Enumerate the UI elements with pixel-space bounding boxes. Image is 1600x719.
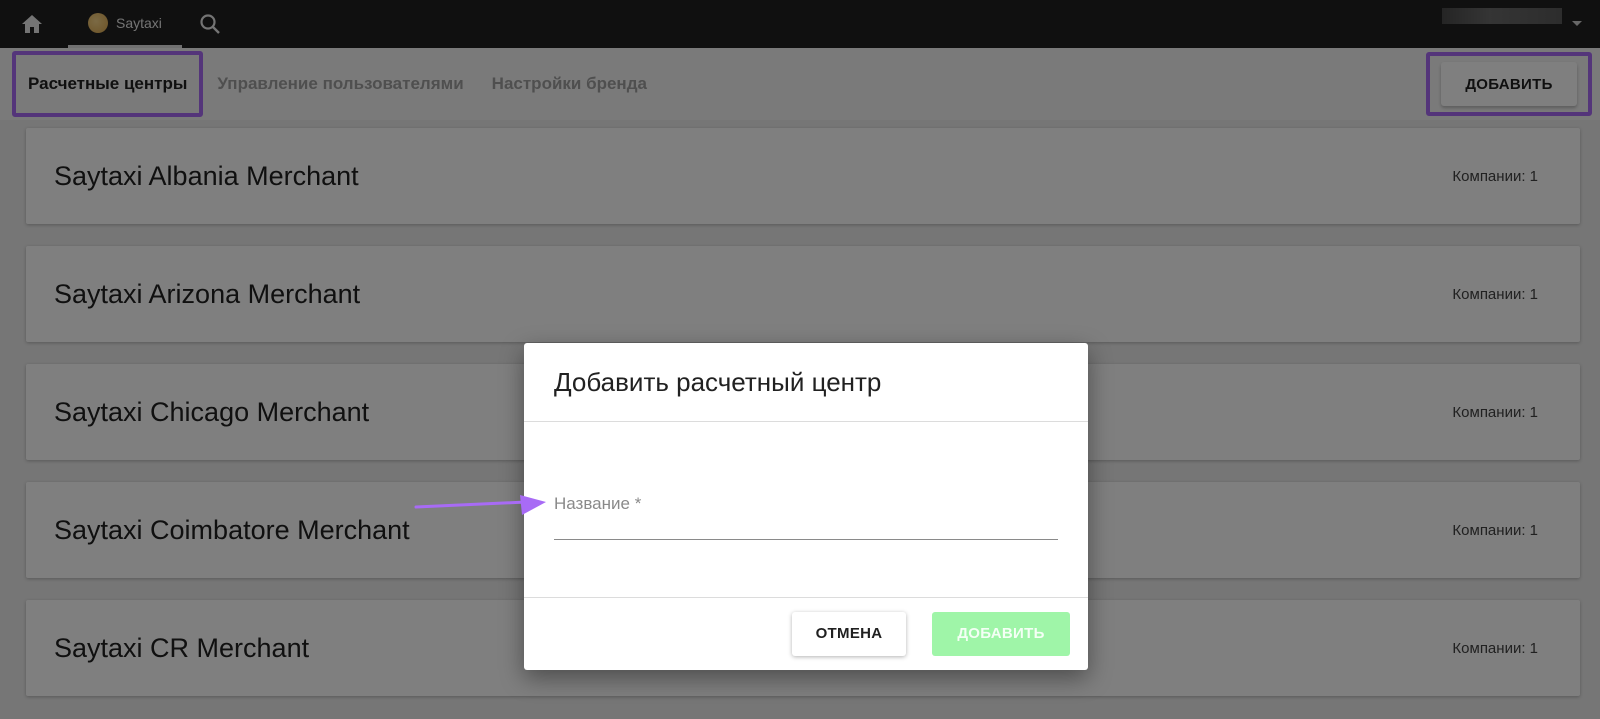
dialog-body: Название * xyxy=(524,422,1088,598)
name-input[interactable] xyxy=(554,518,1058,540)
name-field-label: Название * xyxy=(554,494,642,513)
cancel-button[interactable]: ОТМЕНА xyxy=(792,611,906,656)
add-billing-center-dialog: Добавить расчетный центр Название * ОТМЕ… xyxy=(524,343,1088,670)
page: Saytaxi Расчетные центры Управление поль… xyxy=(0,0,1600,719)
annotation-arrow-icon xyxy=(414,495,546,515)
dialog-title: Добавить расчетный центр xyxy=(524,343,1088,422)
submit-add-button[interactable]: ДОБАВИТЬ xyxy=(932,611,1070,656)
name-field: Название * xyxy=(554,494,1058,540)
dialog-actions: ОТМЕНА ДОБАВИТЬ xyxy=(524,598,1088,669)
